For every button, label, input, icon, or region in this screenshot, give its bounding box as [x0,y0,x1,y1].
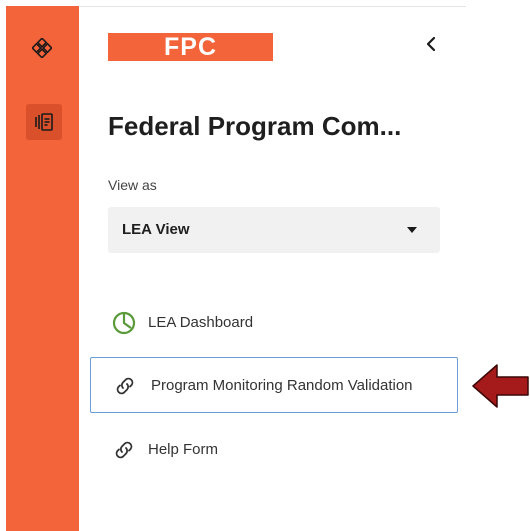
collapse-sidebar-button[interactable] [420,30,442,58]
apps-diamond-icon[interactable] [31,37,53,59]
view-as-select[interactable]: LEA View [108,207,440,253]
nav-item-label: Program Monitoring Random Validation [151,377,413,394]
panel-top-divider [80,6,466,7]
view-as-label: View as [108,177,157,193]
pie-chart-icon [112,311,136,335]
fpc-logo: FPC [108,33,273,61]
nav-item-label: LEA Dashboard [148,314,254,331]
chevron-left-icon [426,36,436,52]
red-arrow-icon [472,364,529,408]
link-icon [115,441,133,459]
page-title: Federal Program Com... [108,111,402,141]
document-list-icon[interactable] [26,104,62,140]
left-rail [6,6,79,531]
nav-item-label: Help Form [148,441,219,458]
nav-item-help-form[interactable]: Help Form [90,421,458,479]
nav-item-program-monitoring-random-validation[interactable]: Program Monitoring Random Validation [90,357,458,413]
view-as-selected-value: LEA View [122,221,190,238]
caret-down-icon [407,227,417,233]
nav-item-lea-dashboard[interactable]: LEA Dashboard [90,294,458,352]
link-icon [116,377,134,395]
